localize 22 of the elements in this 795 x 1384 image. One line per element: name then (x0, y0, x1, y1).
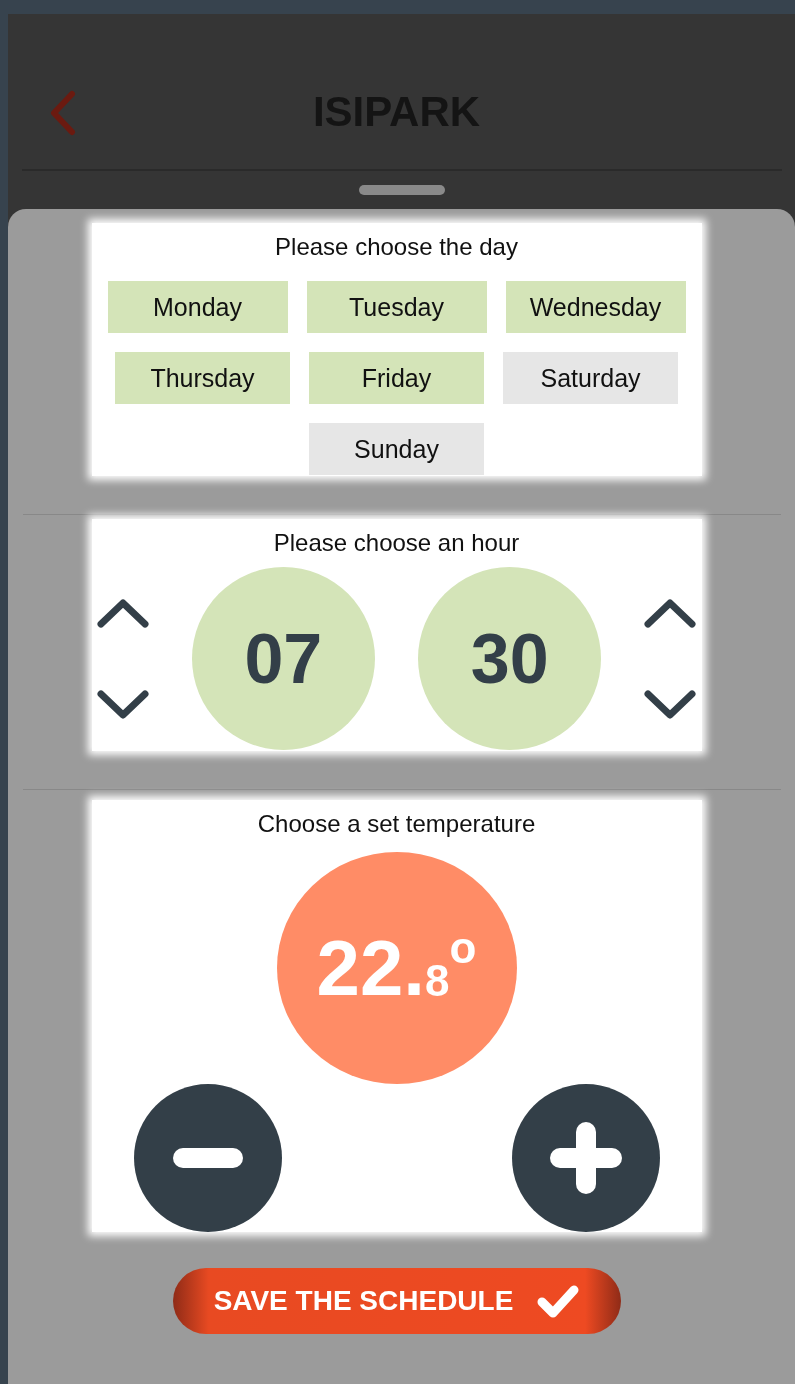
day-toggle[interactable]: Friday (309, 352, 484, 404)
day-toggle[interactable]: Saturday (503, 352, 678, 404)
minus-icon (172, 1148, 243, 1168)
minutes-value[interactable]: 30 (418, 567, 602, 750)
save-button[interactable]: SAVE THE SCHEDULE (172, 1268, 621, 1334)
hours-value[interactable]: 07 (191, 567, 375, 750)
plus-icon (549, 1122, 622, 1194)
section-title: Choose a set temperature (257, 810, 536, 838)
section-title: Please choose an hour (273, 529, 520, 557)
day-toggle[interactable]: Sunday (309, 423, 484, 475)
chevron-down-icon[interactable] (644, 689, 697, 720)
sheet-handle[interactable] (358, 185, 445, 195)
day-toggle[interactable]: Wednesday (505, 281, 686, 333)
chevron-up-icon[interactable] (644, 597, 697, 628)
temperature-display: 22.8 o (276, 852, 517, 1084)
chevron-down-icon[interactable] (96, 689, 149, 720)
section-title: Please choose the day (275, 233, 518, 261)
chevron-up-icon[interactable] (96, 597, 149, 628)
day-toggle[interactable]: Monday (107, 281, 288, 333)
day-toggle[interactable]: Thursday (115, 352, 290, 404)
checkmark-icon (537, 1284, 580, 1318)
day-toggle[interactable]: Tuesday (306, 281, 487, 333)
